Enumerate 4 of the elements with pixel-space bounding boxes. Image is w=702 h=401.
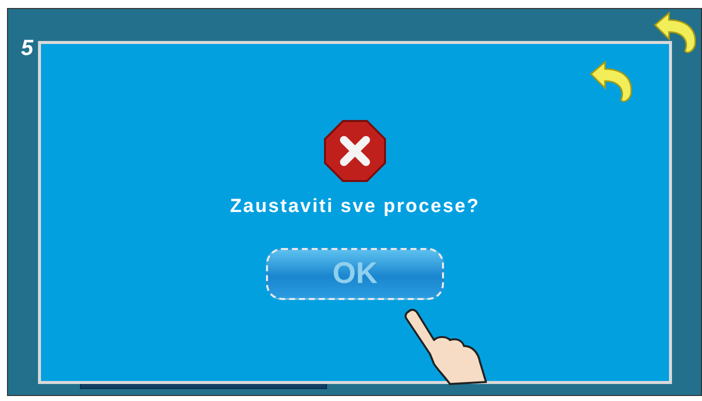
screen-title: 5 <box>21 35 34 61</box>
stop-error-icon <box>324 120 386 182</box>
dialog-message: Zaustaviti sve procese? <box>230 196 480 218</box>
ok-button[interactable]: OK <box>266 248 444 300</box>
